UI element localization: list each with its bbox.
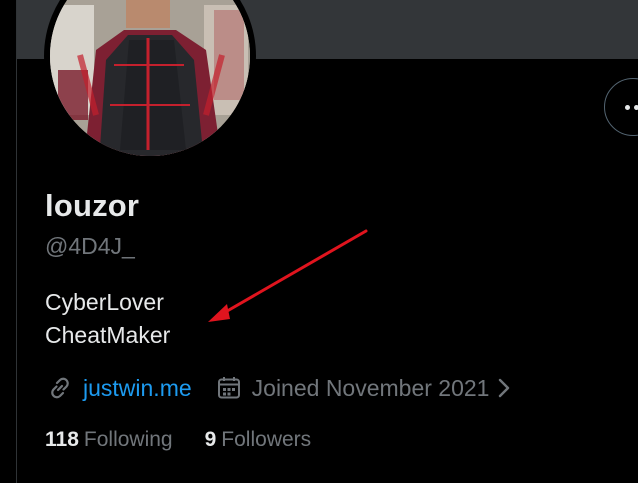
profile-page: louzor @4D4J_ CyberLover CheatMaker just… (0, 0, 638, 483)
chevron-right-icon[interactable] (497, 377, 511, 399)
left-column-divider (0, 0, 17, 483)
bio-line: CyberLover (45, 289, 164, 315)
profile-bio: CyberLover CheatMaker (45, 286, 170, 352)
avatar-photo (50, 0, 250, 156)
profile-website[interactable]: justwin.me (45, 373, 192, 403)
more-horizontal-icon (625, 105, 638, 110)
website-link[interactable]: justwin.me (83, 375, 192, 402)
link-icon (51, 377, 69, 399)
following-count: 118 (45, 428, 79, 451)
profile-stats: 118 Following 9 Followers (45, 428, 311, 452)
profile-avatar[interactable] (44, 0, 256, 162)
followers-count: 9 (204, 428, 217, 451)
profile-handle: @4D4J_ (45, 233, 135, 259)
bio-line: CheatMaker (45, 322, 171, 348)
profile-display-name: louzor (45, 188, 140, 223)
join-date-text: Joined November 2021 (251, 374, 490, 401)
followers-link[interactable]: 9 Followers (205, 428, 312, 452)
following-label: Following (83, 428, 173, 451)
calendar-icon (217, 377, 240, 399)
followers-label: Followers (221, 428, 312, 451)
profile-join-date[interactable]: Joined November 2021 (214, 373, 512, 403)
following-link[interactable]: 118 Following (45, 428, 173, 452)
more-options-button[interactable] (604, 78, 638, 136)
profile-meta: justwin.me Joined November 2021 (45, 371, 511, 405)
